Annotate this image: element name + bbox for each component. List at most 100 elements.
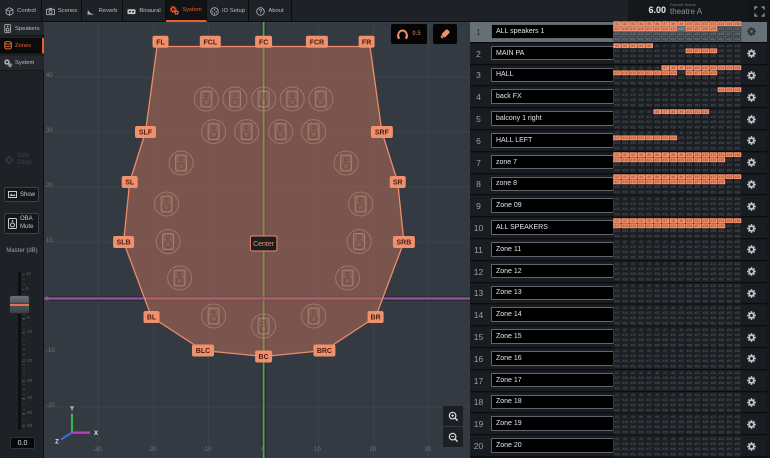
svg-text:#8: #8 [671,306,675,310]
svg-text:#40: #40 [670,54,676,58]
svg-text:#12: #12 [702,175,708,179]
svg-text:#28: #28 [702,93,708,97]
svg-text:#33: #33 [614,54,620,58]
svg-text:FL: FL [156,39,165,46]
svg-text:#46: #46 [718,163,724,167]
svg-text:#26: #26 [686,158,692,162]
svg-text:#43: #43 [694,425,700,429]
svg-text:#10: #10 [686,349,692,353]
svg-text:#14: #14 [718,415,724,419]
svg-text:#4: #4 [639,393,643,397]
svg-text:#39: #39 [662,425,668,429]
svg-text:#39: #39 [662,98,668,102]
svg-text:#4: #4 [639,262,643,266]
svg-text:40: 40 [46,73,53,79]
svg-text:#37: #37 [646,54,652,58]
svg-text:#63: #63 [726,234,732,238]
svg-text:#48: #48 [734,403,740,407]
svg-text:#56: #56 [670,81,676,85]
svg-text:#30: #30 [718,245,724,249]
svg-text:#50: #50 [622,38,628,42]
svg-text:#44: #44 [702,272,708,276]
svg-text:#18: #18 [622,311,628,315]
svg-text:#31: #31 [726,115,732,119]
svg-text:#56: #56 [670,212,676,216]
svg-text:#31: #31 [726,49,732,53]
svg-text:#18: #18 [622,289,628,293]
svg-text:#24: #24 [670,442,676,446]
svg-text:#30: #30 [718,202,724,206]
svg-text:#24: #24 [670,289,676,293]
svg-text:#61: #61 [710,38,716,42]
svg-text:#9: #9 [679,218,683,222]
svg-text:#48: #48 [734,54,740,58]
svg-text:#22: #22 [654,311,660,315]
svg-text:#42: #42 [686,207,692,211]
svg-text:#50: #50 [622,190,628,194]
svg-text:#50: #50 [622,169,628,173]
svg-text:#17: #17 [614,376,620,380]
svg-text:#19: #19 [630,442,636,446]
svg-text:#34: #34 [622,76,628,80]
svg-text:#3: #3 [631,415,635,419]
svg-text:#13: #13 [710,44,716,48]
svg-text:30: 30 [424,447,431,453]
svg-text:#60: #60 [702,212,708,216]
svg-text:#55: #55 [662,147,668,151]
svg-text:#58: #58 [686,365,692,369]
svg-text:#51: #51 [630,343,636,347]
svg-text:#8: #8 [671,88,675,92]
svg-text:#23: #23 [662,442,668,446]
svg-text:#11: #11 [694,371,699,375]
svg-text:#27: #27 [694,354,700,358]
svg-text:#1: #1 [615,197,619,201]
svg-text:#34: #34 [622,381,628,385]
svg-text:#28: #28 [702,289,708,293]
svg-text:#27: #27 [694,245,700,249]
svg-text:#61: #61 [710,234,716,238]
svg-text:#54: #54 [654,365,660,369]
svg-text:#6: #6 [655,306,659,310]
svg-text:#33: #33 [614,447,620,451]
svg-text:#24: #24 [670,115,676,119]
svg-text:#42: #42 [686,54,692,58]
svg-text:#62: #62 [718,81,724,85]
svg-text:#62: #62 [718,430,724,434]
svg-text:#26: #26 [686,27,692,31]
svg-text:#6: #6 [655,131,659,135]
svg-text:#27: #27 [694,93,700,97]
svg-text:FCR: FCR [310,39,324,46]
svg-text:#64: #64 [734,81,740,85]
svg-text:#32: #32 [734,158,740,162]
svg-text:#51: #51 [630,256,636,260]
svg-text:#25: #25 [678,136,684,140]
svg-text:X: X [94,431,98,437]
svg-text:#44: #44 [702,425,708,429]
svg-text:#5: #5 [647,284,651,288]
svg-text:#60: #60 [702,147,708,151]
svg-text:#59: #59 [694,387,700,391]
svg-text:#8: #8 [671,262,675,266]
svg-text:#24: #24 [670,267,676,271]
svg-text:#17: #17 [614,71,620,75]
svg-text:#63: #63 [726,387,732,391]
svg-text:#55: #55 [662,81,668,85]
svg-text:#3: #3 [631,393,635,397]
svg-text:#2: #2 [623,66,627,70]
svg-text:#41: #41 [678,338,684,342]
svg-text:#54: #54 [654,212,660,216]
svg-text:#16: #16 [734,22,740,26]
svg-text:#48: #48 [734,229,740,233]
svg-text:#26: #26 [686,93,692,97]
svg-text:#1: #1 [615,22,619,26]
svg-text:#52: #52 [638,38,644,42]
svg-text:#32: #32 [734,311,740,315]
svg-text:#54: #54 [654,452,660,456]
svg-text:#11: #11 [694,109,699,113]
svg-text:#17: #17 [614,398,620,402]
svg-text:#52: #52 [638,299,644,303]
svg-text:#5: #5 [647,393,651,397]
svg-text:#2: #2 [623,327,627,331]
svg-text:#30: #30 [718,289,724,293]
svg-text:#38: #38 [654,316,660,320]
